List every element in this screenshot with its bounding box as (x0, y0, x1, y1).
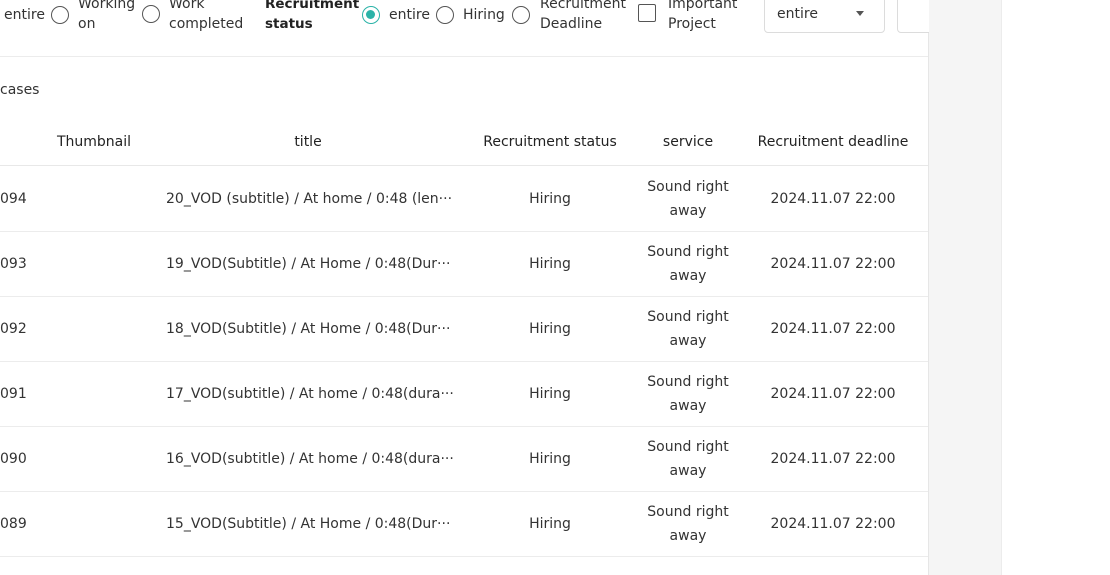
row-deadline: 2024.11.07 22:00 (770, 190, 896, 207)
page-gutter (929, 0, 1001, 575)
header-recruitment-deadline: Recruitment deadline (757, 134, 909, 150)
status-radio-completed[interactable] (142, 5, 160, 23)
status-radio-working-wrap[interactable] (142, 5, 160, 23)
recruit-option-label: entire (389, 7, 430, 23)
recruit-radio-entire[interactable] (362, 6, 380, 24)
row-deadline: 2024.11.07 22:00 (770, 450, 896, 467)
row-title[interactable]: 16_VOD(subtitle) / At home / 0:48(dura··… (166, 426, 456, 491)
recruit-option-entire[interactable]: entire (362, 5, 430, 25)
recruitment-status-group-title: Recruitment status (265, 0, 361, 34)
recruit-option-label: Hiring (463, 7, 505, 23)
table-row[interactable]: 091 17_VOD(subtitle) / At home / 0:48(du… (0, 361, 928, 427)
header-recruitment-status: Recruitment status (483, 134, 617, 150)
row-service: Sound right away (647, 308, 729, 349)
row-title[interactable]: 17_VOD(subtitle) / At home / 0:48(dura··… (166, 361, 456, 426)
row-service: Sound right away (647, 503, 729, 544)
row-deadline: 2024.11.07 22:00 (770, 385, 896, 402)
row-status: Hiring (529, 320, 571, 337)
table-row[interactable]: 090 16_VOD(subtitle) / At home / 0:48(du… (0, 426, 928, 492)
header-title: title (294, 134, 322, 150)
recruit-option-deadline[interactable]: Recruitment Deadline (540, 0, 636, 34)
table-header: Thumbnail title Recruitment status servi… (0, 120, 928, 166)
row-status: Hiring (529, 450, 571, 467)
recruitment-status-title: Recruitment status (265, 0, 360, 32)
table-row[interactable]: 089 15_VOD(Subtitle) / At Home / 0:48(Du… (0, 491, 928, 557)
status-radio-entire[interactable] (50, 6, 69, 24)
important-project-checkbox[interactable] (638, 4, 656, 22)
important-project-option[interactable]: Important Project (668, 0, 748, 34)
side-panel (1001, 0, 1110, 575)
table-row[interactable]: 094 20_VOD (subtitle) / At home / 0:48 (… (0, 166, 928, 232)
row-id: 092 (0, 320, 27, 337)
row-id: 089 (0, 515, 27, 532)
important-project-label: Important Project (668, 0, 738, 32)
recruit-option-hiring[interactable]: Hiring (436, 5, 530, 25)
recruit-radio-deadline[interactable] (511, 6, 530, 24)
row-title[interactable]: 20_VOD (subtitle) / At home / 0:48 (len·… (166, 166, 456, 231)
important-project-checkbox-wrap[interactable] (638, 4, 656, 22)
status-option-label: Work completed (169, 0, 244, 32)
table-row[interactable]: 092 18_VOD(Subtitle) / At Home / 0:48(Du… (0, 296, 928, 362)
category-select[interactable]: entire (764, 0, 885, 33)
status-option-entire[interactable]: entire (4, 5, 69, 25)
recruit-radio-hiring[interactable] (436, 6, 454, 24)
category-select-value: entire (777, 5, 818, 22)
result-count: cases (0, 82, 40, 98)
status-option-label: Working on (78, 0, 136, 32)
project-list-panel: entire Working on Work completed Recruit… (0, 0, 937, 575)
header-service: service (662, 134, 714, 150)
row-deadline: 2024.11.07 22:00 (770, 515, 896, 532)
status-option-working[interactable]: Working on (78, 0, 138, 34)
row-service: Sound right away (647, 373, 729, 414)
row-id: 090 (0, 450, 27, 467)
row-deadline: 2024.11.07 22:00 (770, 255, 896, 272)
row-status: Hiring (529, 515, 571, 532)
row-title[interactable]: 18_VOD(Subtitle) / At Home / 0:48(Dur··· (166, 296, 456, 361)
chevron-down-icon (856, 11, 864, 16)
row-deadline: 2024.11.07 22:00 (770, 320, 896, 337)
row-service: Sound right away (647, 243, 729, 284)
row-status: Hiring (529, 255, 571, 272)
status-option-label: entire (4, 7, 45, 23)
row-status: Hiring (529, 190, 571, 207)
filter-bar: entire Working on Work completed Recruit… (0, 0, 937, 57)
row-title[interactable]: 15_VOD(Subtitle) / At Home / 0:48(Dur··· (166, 491, 456, 556)
recruit-option-label: Recruitment Deadline (540, 0, 627, 32)
row-status: Hiring (529, 385, 571, 402)
row-title[interactable]: 19_VOD(Subtitle) / At Home / 0:48(Dur··· (166, 231, 456, 296)
header-thumbnail: Thumbnail (56, 134, 132, 150)
row-service: Sound right away (647, 178, 729, 219)
row-id: 094 (0, 190, 27, 207)
row-id: 091 (0, 385, 27, 402)
row-service: Sound right away (647, 438, 729, 479)
row-id: 093 (0, 255, 27, 272)
status-option-completed[interactable]: Work completed (169, 0, 249, 34)
table-row[interactable]: 093 19_VOD(Subtitle) / At Home / 0:48(Du… (0, 231, 928, 297)
